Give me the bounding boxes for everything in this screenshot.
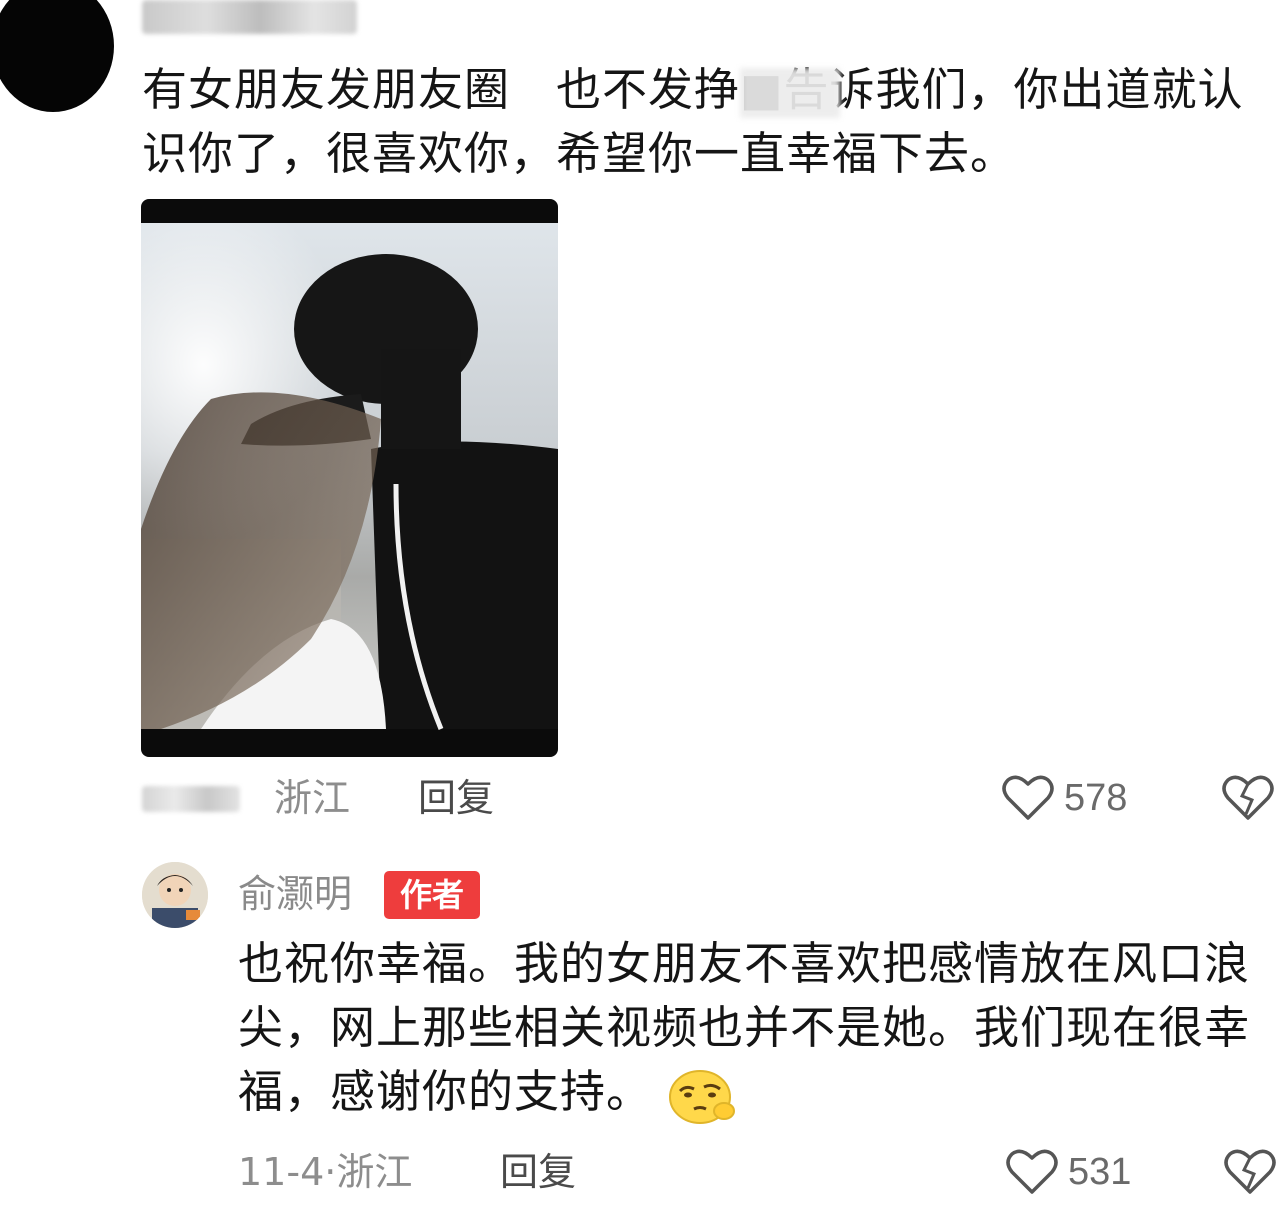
heart-outline-icon <box>1002 775 1054 820</box>
author-username[interactable]: 俞灏明 <box>238 868 352 920</box>
date-blurred <box>142 786 240 812</box>
comment-text: 有女朋友发朋友圈 也不发挣■告诉我们，你出道就认识你了，很喜欢你，希望你一直幸福… <box>142 63 1244 180</box>
author-reply-meta-row: 11-4·浙江 回复 531 <box>238 1146 1280 1198</box>
author-avatar[interactable] <box>142 862 208 928</box>
comment-photo[interactable] <box>141 199 558 757</box>
author-reply-text: 也祝你幸福。我的女朋友不喜欢把感情放在风口浪尖，网上那些相关视频也并不是她。我们… <box>238 932 1268 1125</box>
author-reply-text-content: 也祝你幸福。我的女朋友不喜欢把感情放在风口浪尖，网上那些相关视频也并不是她。我们… <box>238 937 1251 1118</box>
like-button[interactable]: 578 <box>1002 772 1127 824</box>
broken-heart-icon[interactable] <box>1224 1148 1276 1196</box>
commenter-username-blurred[interactable] <box>142 0 357 34</box>
broken-heart-icon[interactable] <box>1222 774 1274 822</box>
heart-outline-icon <box>1006 1149 1058 1194</box>
author-reply-like-count: 531 <box>1068 1151 1132 1193</box>
author-reply-like-button[interactable]: 531 <box>1006 1146 1131 1198</box>
thinking-face-emoji <box>669 1070 736 1124</box>
reply-button[interactable]: 回复 <box>418 772 494 824</box>
author-reply-reply-button[interactable]: 回复 <box>500 1146 576 1198</box>
comment-location: 浙江 <box>274 776 351 820</box>
commenter-avatar[interactable] <box>0 0 114 112</box>
comment-meta-row: 浙江 回复 578 <box>142 772 1280 824</box>
like-count: 578 <box>1064 777 1128 819</box>
censor-blur <box>740 68 840 118</box>
author-reply-date-location: 11-4·浙江 <box>238 1150 413 1194</box>
author-badge: 作者 <box>384 871 480 919</box>
